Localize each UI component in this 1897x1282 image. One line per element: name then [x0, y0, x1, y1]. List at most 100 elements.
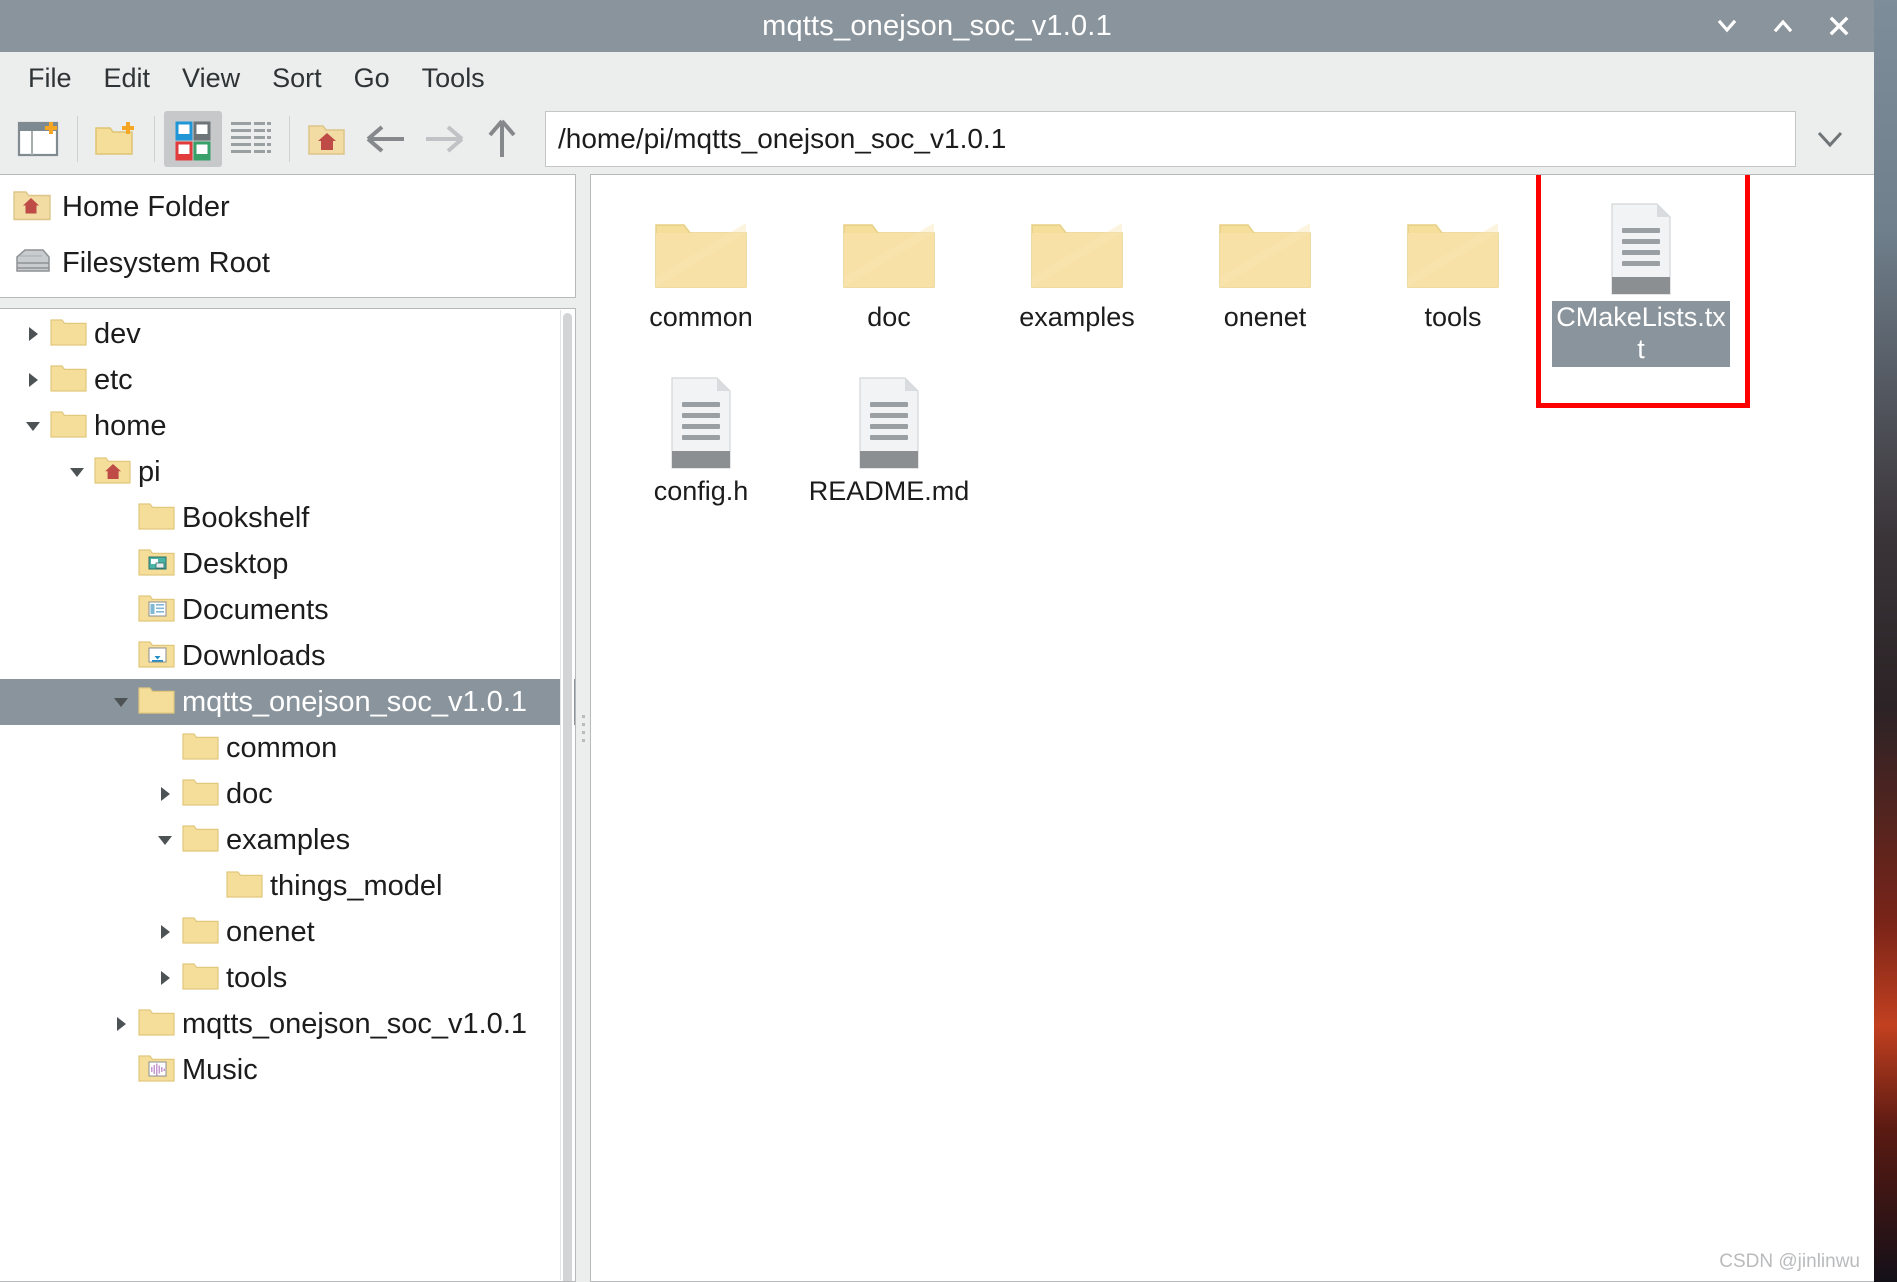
- tree-item-mqtts-onejson-soc-v1-0-1[interactable]: mqtts_onejson_soc_v1.0.1: [0, 679, 575, 725]
- tree-item-documents[interactable]: Documents: [0, 587, 575, 633]
- folder-icon: [1029, 201, 1125, 297]
- sidebar-scrollbar-thumb[interactable]: [563, 313, 572, 1281]
- folder-icon: [1405, 201, 1501, 297]
- folder-item-onenet[interactable]: onenet: [1171, 193, 1359, 367]
- chevron-collapsed-icon[interactable]: [148, 909, 182, 955]
- folder-icon: [138, 683, 178, 722]
- sidebar-item-label: Filesystem Root: [62, 246, 270, 279]
- tree-item-pi[interactable]: pi: [0, 449, 575, 495]
- sidebar: Home Folder Filesystem Root dev etc home…: [0, 174, 576, 1282]
- folder-icon: [182, 959, 222, 998]
- chevron-collapsed-icon[interactable]: [104, 1001, 138, 1047]
- sidebar-scrollbar[interactable]: [560, 310, 574, 1281]
- path-bar[interactable]: /home/pi/mqtts_onejson_soc_v1.0.1: [545, 111, 1796, 167]
- file-manager-window: mqtts_onejson_soc_v1.0.1 File Edit View …: [0, 0, 1874, 1282]
- folder-icon: [841, 201, 937, 297]
- folder-item-tools[interactable]: tools: [1359, 193, 1547, 367]
- twisty-none-icon: [104, 587, 138, 633]
- tree-item-label: mqtts_onejson_soc_v1.0.1: [182, 685, 527, 718]
- chevron-expanded-icon[interactable]: [60, 449, 94, 495]
- tree-item-label: Desktop: [182, 547, 289, 580]
- minimize-icon[interactable]: [1714, 13, 1740, 39]
- tree-item-label: pi: [138, 455, 161, 488]
- folder-icon: [138, 499, 178, 538]
- content-area: Home Folder Filesystem Root dev etc home…: [0, 174, 1874, 1282]
- chevron-collapsed-icon[interactable]: [148, 771, 182, 817]
- text-file-icon: [851, 375, 927, 471]
- close-icon[interactable]: [1826, 13, 1852, 39]
- documents-folder-icon: [138, 591, 178, 630]
- vertical-splitter-handle[interactable]: [576, 174, 590, 1282]
- new-tab-icon[interactable]: [10, 111, 68, 167]
- tree-item-music[interactable]: Music: [0, 1047, 575, 1093]
- path-input[interactable]: /home/pi/mqtts_onejson_soc_v1.0.1: [558, 123, 1006, 155]
- file-list-panel[interactable]: common doc examples onenet tools CMakeLists.t…: [590, 174, 1874, 1282]
- file-item-config-h[interactable]: config.h: [607, 367, 795, 527]
- sidebar-item-home-folder[interactable]: Home Folder: [0, 179, 575, 235]
- chevron-expanded-icon[interactable]: [16, 403, 50, 449]
- chevron-collapsed-icon[interactable]: [16, 311, 50, 357]
- folder-icon: [50, 315, 90, 354]
- menu-file[interactable]: File: [12, 59, 88, 98]
- sidebar-splitter[interactable]: [0, 298, 576, 308]
- chevron-down-icon[interactable]: [1802, 111, 1858, 167]
- folder-icon: [182, 913, 222, 952]
- tree-item-examples[interactable]: examples: [0, 817, 575, 863]
- sidebar-item-filesystem-root[interactable]: Filesystem Root: [0, 235, 575, 291]
- twisty-none-icon: [104, 541, 138, 587]
- tree-item-onenet[interactable]: onenet: [0, 909, 575, 955]
- twisty-none-icon: [148, 725, 182, 771]
- tree-item-mqtts-onejson-soc-v1-0-1[interactable]: mqtts_onejson_soc_v1.0.1: [0, 1001, 575, 1047]
- tree-item-things-model[interactable]: things_model: [0, 863, 575, 909]
- tree-item-etc[interactable]: etc: [0, 357, 575, 403]
- tree-item-common[interactable]: common: [0, 725, 575, 771]
- tree-item-dev[interactable]: dev: [0, 311, 575, 357]
- file-item-cmakelists-txt[interactable]: CMakeLists.txt: [1547, 193, 1735, 367]
- drive-icon: [12, 243, 52, 284]
- chevron-expanded-icon[interactable]: [104, 679, 138, 725]
- folder-item-doc[interactable]: doc: [795, 193, 983, 367]
- file-label: CMakeLists.txt: [1552, 301, 1730, 367]
- places-list: Home Folder Filesystem Root: [0, 174, 576, 298]
- icon-view-button[interactable]: [164, 111, 222, 167]
- menu-tools[interactable]: Tools: [406, 59, 501, 98]
- twisty-none-icon: [104, 633, 138, 679]
- tree-item-label: Documents: [182, 593, 329, 626]
- music-folder-icon: [138, 1051, 178, 1090]
- tree-item-home[interactable]: home: [0, 403, 575, 449]
- detailed-list-view-button[interactable]: [222, 111, 280, 167]
- tree-item-doc[interactable]: doc: [0, 771, 575, 817]
- new-folder-icon[interactable]: [87, 111, 145, 167]
- home-folder-icon: [94, 453, 134, 492]
- menu-go[interactable]: Go: [338, 59, 406, 98]
- folder-item-common[interactable]: common: [607, 193, 795, 367]
- folder-item-examples[interactable]: examples: [983, 193, 1171, 367]
- tree-item-desktop[interactable]: Desktop: [0, 541, 575, 587]
- chevron-collapsed-icon[interactable]: [148, 955, 182, 1001]
- tree-item-label: Bookshelf: [182, 501, 310, 534]
- twisty-none-icon: [104, 1047, 138, 1093]
- window-title: mqtts_onejson_soc_v1.0.1: [762, 9, 1112, 42]
- downloads-folder-icon: [138, 637, 178, 676]
- chevron-collapsed-icon[interactable]: [16, 357, 50, 403]
- menu-view[interactable]: View: [166, 59, 256, 98]
- chevron-expanded-icon[interactable]: [148, 817, 182, 863]
- back-arrow-icon[interactable]: [357, 111, 415, 167]
- file-item-readme-md[interactable]: README.md: [795, 367, 983, 527]
- file-label: config.h: [653, 475, 749, 506]
- maximize-icon[interactable]: [1770, 13, 1796, 39]
- up-arrow-icon[interactable]: [473, 111, 531, 167]
- menu-sort[interactable]: Sort: [256, 59, 338, 98]
- menu-edit[interactable]: Edit: [88, 59, 167, 98]
- file-label: doc: [867, 302, 911, 332]
- folder-icon: [1217, 201, 1313, 297]
- tree-item-bookshelf[interactable]: Bookshelf: [0, 495, 575, 541]
- tree-item-tools[interactable]: tools: [0, 955, 575, 1001]
- file-label: onenet: [1223, 302, 1307, 332]
- tree-item-label: etc: [94, 363, 133, 396]
- file-icon-grid: common doc examples onenet tools CMakeLists.t…: [591, 175, 1874, 527]
- tree-item-downloads[interactable]: Downloads: [0, 633, 575, 679]
- tree-item-label: doc: [226, 777, 273, 810]
- home-folder-icon[interactable]: [299, 111, 357, 167]
- menu-bar: File Edit View Sort Go Tools: [0, 52, 1874, 104]
